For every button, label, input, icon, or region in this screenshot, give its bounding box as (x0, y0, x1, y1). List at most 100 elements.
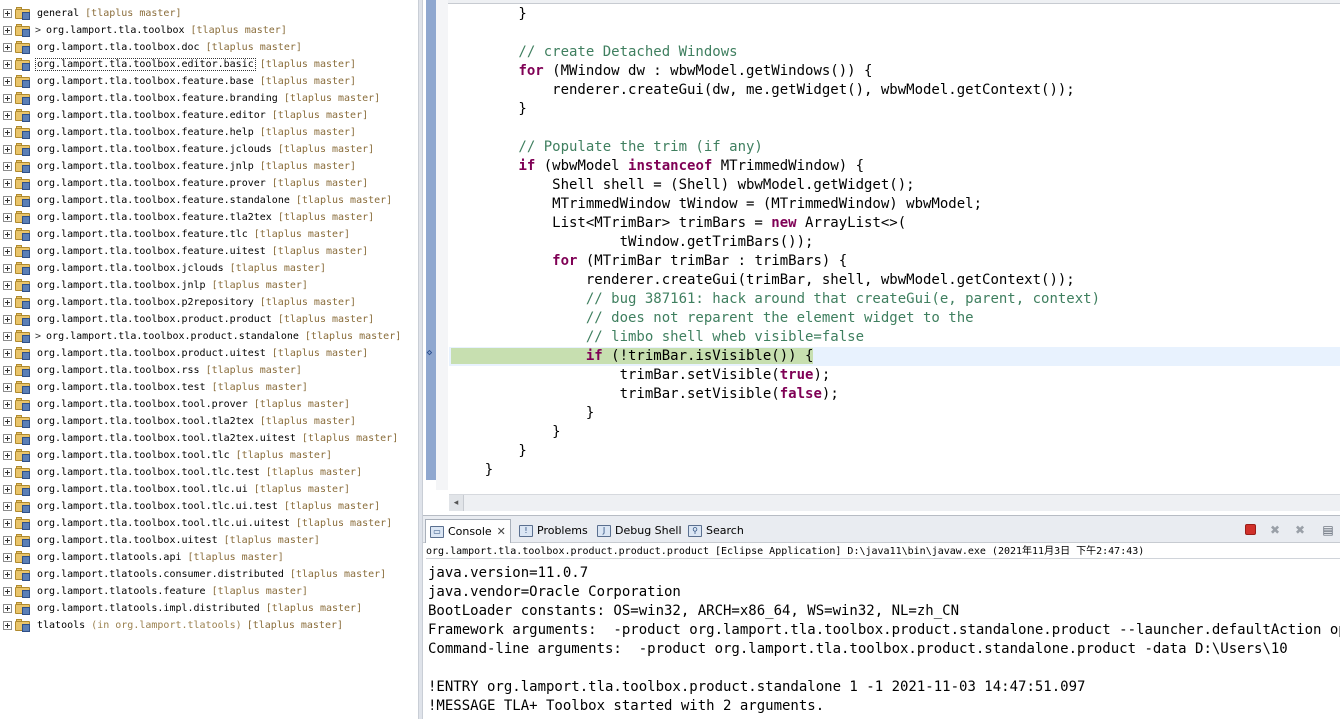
expand-plus-icon[interactable] (3, 60, 12, 69)
code-line[interactable]: // create Detached Windows (449, 43, 1340, 62)
expand-plus-icon[interactable] (3, 145, 12, 154)
expand-plus-icon[interactable] (3, 43, 12, 52)
project-row[interactable]: org.lamport.tla.toolbox.test [tlaplus mas… (0, 379, 418, 396)
quick-diff-marker-icon[interactable]: ⋄ (426, 346, 434, 360)
code-line[interactable]: } (449, 404, 1340, 423)
code-line[interactable] (449, 24, 1340, 43)
code-line[interactable]: // Populate the trim (if any) (449, 138, 1340, 157)
project-row[interactable]: org.lamport.tla.toolbox.tool.tlc [tlaplus… (0, 447, 418, 464)
code-line[interactable]: // does not reparent the element widget … (449, 309, 1340, 328)
clear-console-button[interactable]: ▤ (1321, 523, 1335, 537)
code-line[interactable]: Shell shell = (Shell) wbwModel.getWidget… (449, 176, 1340, 195)
expand-plus-icon[interactable] (3, 77, 12, 86)
project-row[interactable]: org.lamport.tla.toolbox.jclouds [tlaplus … (0, 260, 418, 277)
project-row[interactable]: org.lamport.tla.toolbox.feature.editor [t… (0, 107, 418, 124)
code-line[interactable]: // limbo shell wheb visible=false (449, 328, 1340, 347)
expand-plus-icon[interactable] (3, 553, 12, 562)
scroll-left-button[interactable]: ◂ (449, 495, 464, 511)
code-line[interactable]: MTrimmedWindow tWindow = (MTrimmedWindow… (449, 195, 1340, 214)
expand-plus-icon[interactable] (3, 213, 12, 222)
tab-debug-shell[interactable]: J Debug Shell (593, 520, 686, 541)
code-line[interactable]: tWindow.getTrimBars()); (449, 233, 1340, 252)
overview-ruler[interactable] (426, 0, 436, 480)
code-area[interactable]: } // create Detached Windows for (MWindo… (449, 5, 1340, 490)
code-line[interactable]: for (MTrimBar trimBar : trimBars) { (449, 252, 1340, 271)
expand-plus-icon[interactable] (3, 383, 12, 392)
project-row[interactable]: > org.lamport.tla.toolbox [tlaplus master] (0, 22, 418, 39)
project-row[interactable]: org.lamport.tlatools.impl.distributed [tl… (0, 600, 418, 617)
expand-plus-icon[interactable] (3, 9, 12, 18)
expand-plus-icon[interactable] (3, 468, 12, 477)
code-line[interactable] (449, 119, 1340, 138)
expand-plus-icon[interactable] (3, 94, 12, 103)
project-row[interactable]: org.lamport.tla.toolbox.tool.tla2tex [tla… (0, 413, 418, 430)
project-row[interactable]: org.lamport.tla.toolbox.editor.basic [tla… (0, 56, 418, 73)
close-icon[interactable]: ✕ (497, 525, 506, 538)
project-row[interactable]: org.lamport.tla.toolbox.tool.tlc.ui.uite… (0, 515, 418, 532)
expand-plus-icon[interactable] (3, 332, 12, 341)
project-row[interactable]: org.lamport.tla.toolbox.feature.base [tla… (0, 73, 418, 90)
expand-plus-icon[interactable] (3, 434, 12, 443)
project-row[interactable]: org.lamport.tla.toolbox.tool.tlc.test [tl… (0, 464, 418, 481)
expand-plus-icon[interactable] (3, 570, 12, 579)
expand-plus-icon[interactable] (3, 162, 12, 171)
tab-problems[interactable]: ! Problems (515, 520, 592, 541)
code-line[interactable]: List<MTrimBar> trimBars = new ArrayList<… (449, 214, 1340, 233)
code-line[interactable]: renderer.createGui(dw, me.getWidget(), w… (449, 81, 1340, 100)
expand-plus-icon[interactable] (3, 451, 12, 460)
code-line[interactable]: if (wbwModel instanceof MTrimmedWindow) … (449, 157, 1340, 176)
code-line[interactable]: renderer.createGui(trimBar, shell, wbwMo… (449, 271, 1340, 290)
remove-all-launches-button[interactable]: ✖ (1293, 523, 1307, 537)
project-row[interactable]: org.lamport.tla.toolbox.feature.uitest [t… (0, 243, 418, 260)
project-row[interactable]: org.lamport.tla.toolbox.tool.tla2tex.uit… (0, 430, 418, 447)
terminate-button[interactable] (1244, 523, 1258, 537)
expand-plus-icon[interactable] (3, 230, 12, 239)
expand-plus-icon[interactable] (3, 281, 12, 290)
project-row[interactable]: general [tlaplus master] (0, 5, 418, 22)
expand-plus-icon[interactable] (3, 400, 12, 409)
project-row[interactable]: org.lamport.tla.toolbox.feature.branding… (0, 90, 418, 107)
expand-plus-icon[interactable] (3, 417, 12, 426)
code-line[interactable]: } (449, 442, 1340, 461)
project-row[interactable]: org.lamport.tla.toolbox.feature.tla2tex [… (0, 209, 418, 226)
project-row[interactable]: org.lamport.tla.toolbox.rss [tlaplus mast… (0, 362, 418, 379)
project-row[interactable]: org.lamport.tla.toolbox.feature.jnlp [tla… (0, 158, 418, 175)
remove-launch-button[interactable]: ✖ (1268, 523, 1282, 537)
expand-plus-icon[interactable] (3, 298, 12, 307)
project-row[interactable]: org.lamport.tla.toolbox.feature.standalo… (0, 192, 418, 209)
expand-plus-icon[interactable] (3, 485, 12, 494)
expand-plus-icon[interactable] (3, 26, 12, 35)
project-row[interactable]: org.lamport.tla.toolbox.feature.tlc [tlap… (0, 226, 418, 243)
expand-plus-icon[interactable] (3, 621, 12, 630)
line-gutter[interactable] (436, 0, 448, 490)
project-row[interactable]: org.lamport.tla.toolbox.product.uitest [t… (0, 345, 418, 362)
project-row[interactable]: org.lamport.tla.toolbox.jnlp [tlaplus mas… (0, 277, 418, 294)
project-row[interactable]: org.lamport.tla.toolbox.tool.tlc.ui [tlap… (0, 481, 418, 498)
project-row[interactable]: org.lamport.tla.toolbox.uitest [tlaplus m… (0, 532, 418, 549)
project-row[interactable]: org.lamport.tlatools.consumer.distribute… (0, 566, 418, 583)
code-line[interactable]: if (!trimBar.isVisible()) { (449, 347, 1340, 366)
editor-horizontal-scrollbar[interactable]: ◂ (449, 494, 1340, 511)
code-line[interactable]: } (449, 5, 1340, 24)
expand-plus-icon[interactable] (3, 349, 12, 358)
project-row[interactable]: org.lamport.tla.toolbox.product.product [… (0, 311, 418, 328)
code-line[interactable]: trimBar.setVisible(true); (449, 366, 1340, 385)
console-output[interactable]: java.version=11.0.7 java.vendor=Oracle Co… (428, 564, 1340, 719)
project-row[interactable]: org.lamport.tla.toolbox.feature.jclouds [… (0, 141, 418, 158)
code-line[interactable]: } (449, 100, 1340, 119)
project-row[interactable]: > org.lamport.tla.toolbox.product.standal… (0, 328, 418, 345)
expand-plus-icon[interactable] (3, 366, 12, 375)
project-row[interactable]: org.lamport.tla.toolbox.doc [tlaplus mast… (0, 39, 418, 56)
tab-search[interactable]: ⚲ Search (684, 520, 748, 541)
expand-plus-icon[interactable] (3, 519, 12, 528)
project-row[interactable]: org.lamport.tlatools.api [tlaplus master] (0, 549, 418, 566)
expand-plus-icon[interactable] (3, 315, 12, 324)
project-row[interactable]: org.lamport.tla.toolbox.tool.prover [tlap… (0, 396, 418, 413)
project-row[interactable]: org.lamport.tlatools.feature [tlaplus mas… (0, 583, 418, 600)
expand-plus-icon[interactable] (3, 502, 12, 511)
expand-plus-icon[interactable] (3, 128, 12, 137)
project-row[interactable]: org.lamport.tla.toolbox.feature.help [tla… (0, 124, 418, 141)
project-row[interactable]: org.lamport.tla.toolbox.p2repository [tla… (0, 294, 418, 311)
project-row[interactable]: org.lamport.tla.toolbox.feature.prover [t… (0, 175, 418, 192)
expand-plus-icon[interactable] (3, 179, 12, 188)
